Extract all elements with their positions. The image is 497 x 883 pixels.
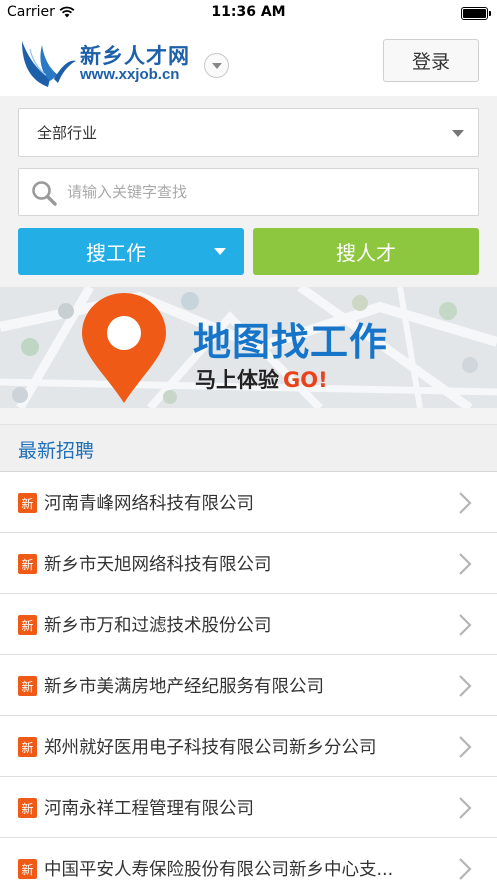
list-item[interactable]: 新 河南永祥工程管理有限公司 [0,777,497,838]
search-job-button[interactable]: 搜工作 [18,228,244,275]
banner-title: 地图找工作 [193,320,389,364]
company-name: 新乡市美满房地产经纪服务有限公司 [44,677,324,697]
company-name: 河南青峰网络科技有限公司 [44,494,254,514]
section-title: 最新招聘 [18,440,95,462]
latest-jobs-header: 最新招聘 [0,424,497,472]
chevron-right-icon [459,614,472,636]
list-item[interactable]: 新 新乡市美满房地产经纪服务有限公司 [0,655,497,716]
status-bar: Carrier 11:36 AM [0,0,497,26]
industry-select-value: 全部行业 [37,124,98,142]
new-badge: 新 [18,493,37,513]
wings-logo-icon [22,41,76,87]
company-name: 郑州就好医用电子科技有限公司新乡分公司 [44,738,377,758]
map-pin-icon [82,293,166,403]
login-button[interactable]: 登录 [383,39,479,82]
chevron-right-icon [459,736,472,758]
new-badge: 新 [18,615,37,635]
keyword-input[interactable] [67,169,467,215]
list-item[interactable]: 新 郑州就好医用电子科技有限公司新乡分公司 [0,716,497,777]
keyword-search-box[interactable] [18,168,479,216]
app-header: 新乡人才网 www.xxjob.cn 登录 [0,26,497,96]
company-name: 新乡市天旭网络科技有限公司 [44,555,272,575]
map-job-banner[interactable]: 地图找工作 马上体验 GO! [0,287,497,408]
chevron-right-icon [459,797,472,819]
search-icon [32,181,57,206]
banner-subtitle-text: 马上体验 [195,368,279,392]
status-time: 11:36 AM [211,4,286,20]
new-badge: 新 [18,737,37,757]
job-list: 新 河南青峰网络科技有限公司 新 新乡市天旭网络科技有限公司 新 新乡市万和过滤… [0,472,497,883]
company-name: 新乡市万和过滤技术股份公司 [44,616,272,636]
list-item[interactable]: 新 新乡市万和过滤技术股份公司 [0,594,497,655]
new-badge: 新 [18,554,37,574]
chevron-right-icon [459,858,472,880]
search-area: 全部行业 搜工作 搜人才 [0,96,497,287]
list-item[interactable]: 新 中国平安人寿保险股份有限公司新乡中心支... [0,838,497,883]
industry-select[interactable]: 全部行业 [18,108,479,157]
chevron-right-icon [459,553,472,575]
chevron-right-icon [459,675,472,697]
chevron-right-icon [459,492,472,514]
banner-subtitle: 马上体验 GO! [195,364,328,394]
new-badge: 新 [18,859,37,879]
banner-go: GO! [283,368,328,392]
battery-icon [461,7,491,20]
new-badge: 新 [18,676,37,696]
chevron-down-icon[interactable] [204,53,229,78]
list-item[interactable]: 新 新乡市天旭网络科技有限公司 [0,533,497,594]
job-type-dropdown-icon[interactable] [214,248,226,255]
list-item[interactable]: 新 河南青峰网络科技有限公司 [0,472,497,533]
site-logo[interactable]: 新乡人才网 www.xxjob.cn [18,35,208,89]
new-badge: 新 [18,798,37,818]
logo-url: www.xxjob.cn [80,66,180,83]
search-talent-button[interactable]: 搜人才 [253,228,479,275]
company-name: 中国平安人寿保险股份有限公司新乡中心支... [44,860,394,880]
company-name: 河南永祥工程管理有限公司 [44,799,254,819]
search-job-label: 搜工作 [86,241,146,265]
